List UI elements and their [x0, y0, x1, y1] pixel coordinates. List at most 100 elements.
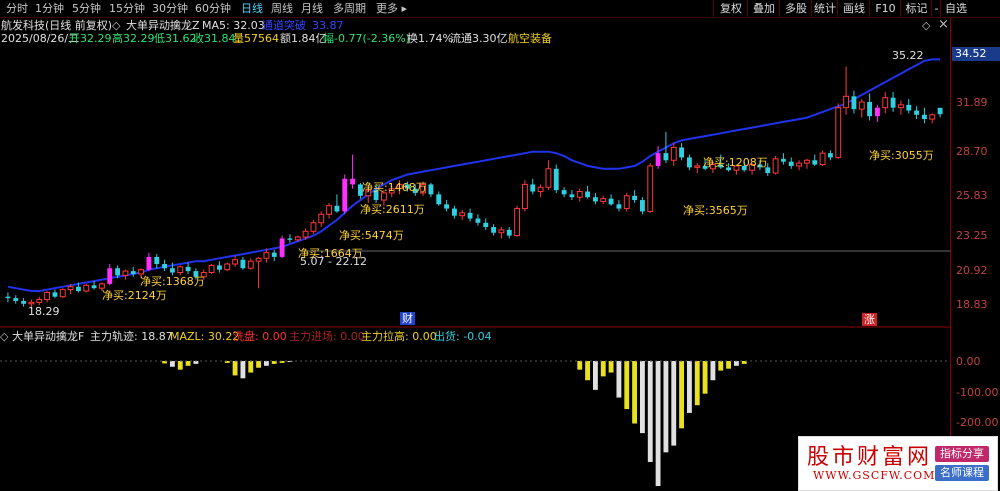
- candle-body: [514, 208, 521, 237]
- candle-body: [115, 268, 121, 276]
- candle-body: [75, 286, 81, 291]
- candle-body: [294, 236, 301, 241]
- candle-body: [483, 222, 489, 228]
- candle-body: [28, 301, 35, 305]
- candle-body: [914, 110, 920, 115]
- sub-bar: [240, 361, 246, 379]
- candle-body: [91, 285, 97, 289]
- sub-bar: [655, 361, 661, 486]
- sub-bar: [248, 361, 254, 373]
- candle-body: [21, 300, 27, 304]
- candle-body: [350, 178, 356, 185]
- candle-body: [208, 264, 215, 274]
- candle-body: [639, 200, 645, 212]
- sub-ship-value: 出货: -0.04: [434, 330, 492, 343]
- candle-body: [279, 238, 285, 257]
- candle-body: [154, 256, 160, 264]
- watermark-tag: 指标分享: [935, 446, 989, 462]
- sub-bar: [686, 361, 692, 413]
- watermark-title: 股市财富网: [807, 445, 933, 470]
- candle-body: [623, 195, 630, 210]
- candle-body: [263, 252, 270, 259]
- candle-body: [451, 208, 457, 216]
- candle-body: [59, 289, 66, 298]
- candle-body: [5, 296, 11, 299]
- candle-body: [380, 192, 387, 201]
- sub-pull-value: 主力拉高: 0.00: [361, 330, 437, 343]
- sub-bar: [639, 361, 645, 434]
- candle-body: [600, 198, 607, 202]
- sub-bar: [616, 361, 622, 398]
- subchart-bars: [162, 361, 747, 486]
- sub-chevron-icon[interactable]: ◇: [0, 330, 8, 343]
- candle-body: [287, 238, 293, 240]
- candle-body: [326, 205, 333, 215]
- candle-body: [107, 268, 113, 284]
- price-axis-label: 31.89: [956, 96, 988, 109]
- candle-body: [537, 186, 544, 193]
- candles: [5, 66, 943, 309]
- candle-body: [122, 270, 129, 276]
- price-axis-label: 28.70: [956, 145, 988, 158]
- candle-body: [146, 256, 152, 270]
- candle-body: [585, 191, 591, 198]
- candle-body: [694, 165, 701, 168]
- candle-body: [569, 194, 575, 198]
- sub-enter-value: 主力进场: 0.00: [289, 330, 365, 343]
- sub-bar: [624, 361, 630, 410]
- candle-body: [812, 160, 818, 165]
- candle-body: [647, 165, 654, 212]
- sub-indicator-name[interactable]: 大单异动擒龙F: [12, 330, 84, 343]
- candle-body: [342, 178, 348, 212]
- finance-event-marker[interactable]: 财: [400, 312, 415, 325]
- candle-body: [897, 104, 904, 109]
- low-marker: 18.29: [28, 305, 60, 318]
- sub-mazl-value: MAZL: 30.22: [170, 330, 240, 343]
- candle-body: [475, 218, 481, 223]
- sub-bar: [232, 361, 238, 376]
- sub-bar: [726, 361, 732, 369]
- candle-body: [545, 168, 552, 188]
- sub-bar: [694, 361, 700, 406]
- kline-chart[interactable]: [0, 0, 1000, 491]
- candle-body: [216, 265, 222, 270]
- candle-body: [890, 97, 896, 108]
- watermark-url: WWW.GSCFW.COM: [813, 469, 936, 482]
- price-axis-label: 20.92: [956, 264, 988, 277]
- sub-bar: [600, 361, 606, 377]
- candle-body: [686, 157, 692, 168]
- candle-body: [921, 114, 927, 120]
- candle-body: [772, 158, 779, 174]
- candle-body: [632, 195, 638, 201]
- current-price-box: 34.52: [952, 47, 1000, 61]
- candle-body: [310, 222, 317, 232]
- candle-body: [498, 229, 505, 234]
- candle-body: [530, 184, 536, 192]
- candle-body: [444, 204, 450, 209]
- candle-body: [616, 204, 622, 209]
- net-buy-label: 净买:3055万: [869, 149, 934, 162]
- candle-body: [169, 268, 175, 273]
- candle-body: [436, 194, 442, 205]
- candle-body: [906, 104, 912, 111]
- limit-up-event-marker[interactable]: 涨: [862, 313, 877, 326]
- candle-body: [506, 229, 512, 236]
- candle-body: [874, 107, 880, 117]
- sub-bar: [702, 361, 708, 394]
- candle-body: [796, 162, 803, 167]
- candle-body: [459, 212, 466, 217]
- candle-body: [819, 152, 826, 166]
- candle-body: [835, 107, 842, 158]
- sub-bar: [608, 361, 614, 373]
- candle-body: [44, 291, 51, 301]
- candle-body: [929, 114, 936, 120]
- sub-axis-label: -100.00: [956, 386, 999, 399]
- net-buy-label: 净买:5474万: [339, 229, 404, 242]
- candle-body: [232, 259, 239, 265]
- candle-body: [827, 153, 833, 158]
- net-buy-label: 净买:1368万: [140, 275, 205, 288]
- candle-body: [655, 153, 661, 166]
- watermark-logo: 股市财富网 WWW.GSCFW.COM 指标分享 名师课程: [798, 436, 998, 491]
- net-buy-label: 净买:1664万: [298, 247, 363, 260]
- candle-body: [302, 230, 309, 238]
